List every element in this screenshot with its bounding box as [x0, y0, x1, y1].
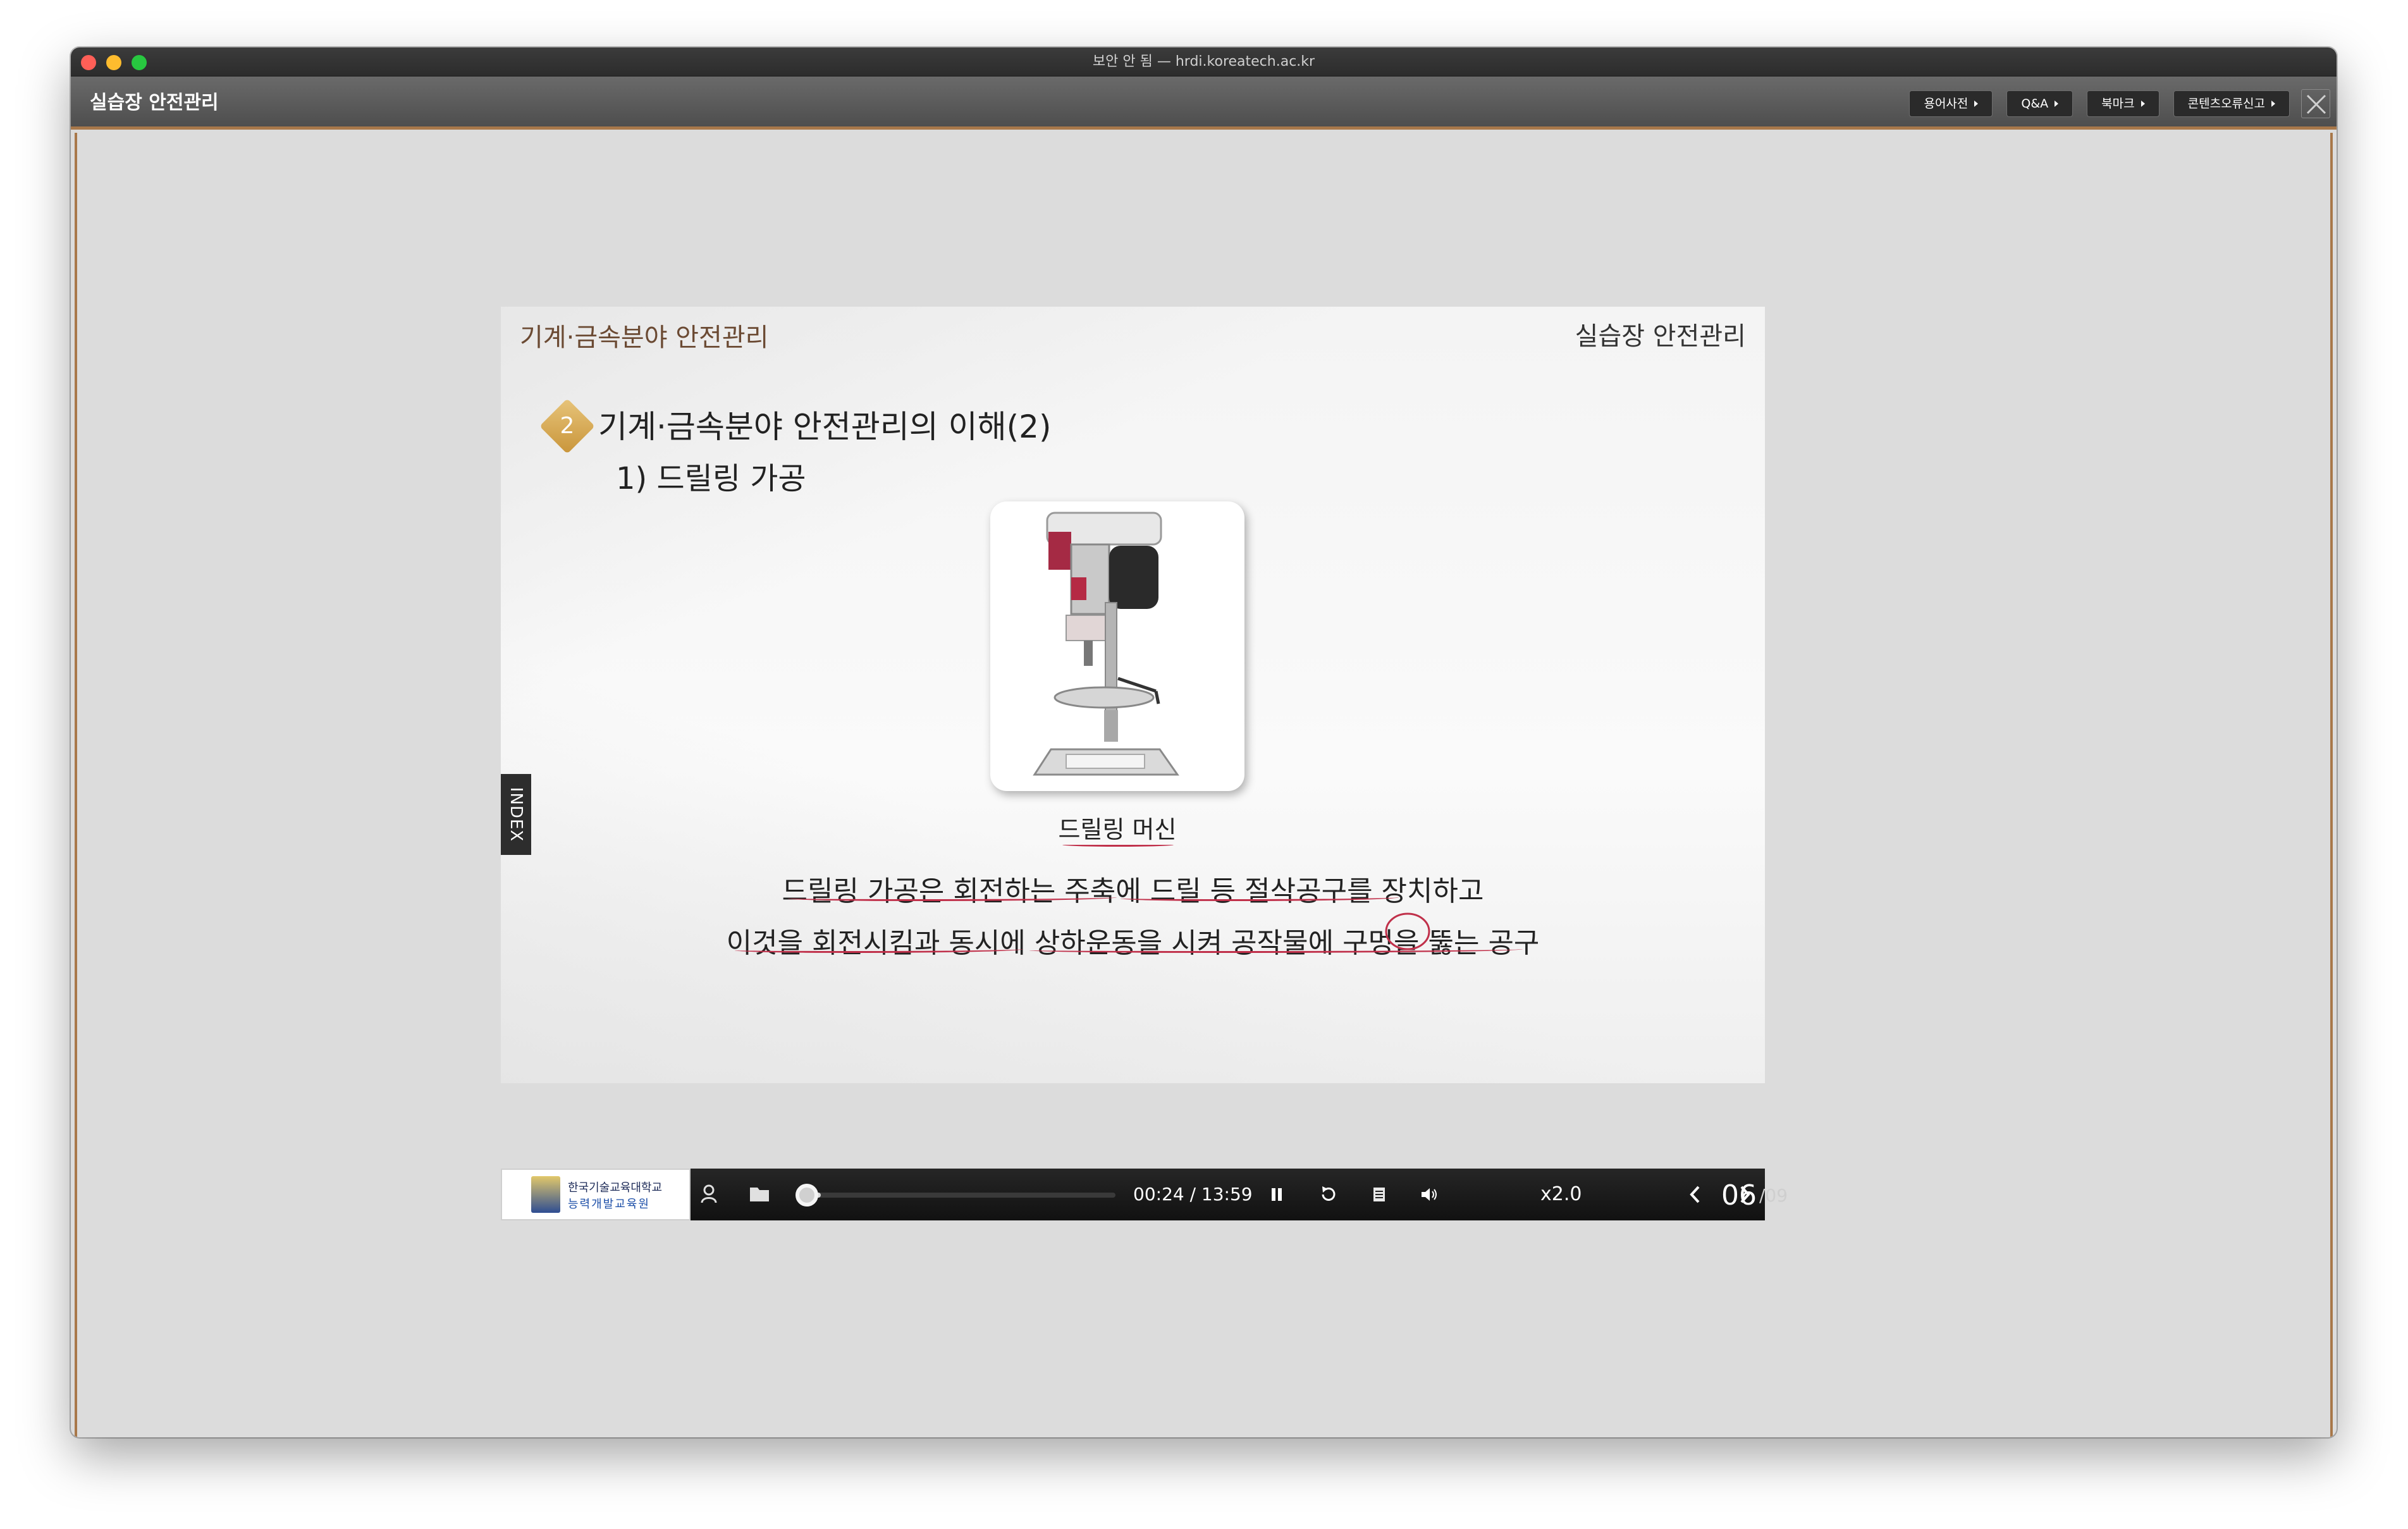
player-control-bar: 한국기술교육대학교 능력개발교육원 00:24 / 13:59 x2.0 06 … — [501, 1169, 1788, 1220]
title-bar: 보안 안 됨 — hrdi.koreatech.ac.kr — [71, 47, 2337, 77]
logo-line-2: 능력개발교육원 — [568, 1198, 650, 1211]
page-total: /09 — [1759, 1185, 1788, 1206]
report-error-button-label: 콘텐츠오류신고 — [2187, 97, 2265, 111]
app-toolbar: 실습장 안전관리 용어사전 Q&A 북마크 콘텐츠오류신고 — [71, 77, 2337, 130]
caret-right-icon — [2271, 101, 2275, 107]
progress-bar[interactable] — [812, 1193, 1115, 1198]
slide-category: 기계·금속분야 안전관리 — [520, 323, 769, 352]
prev-page-button[interactable] — [1681, 1180, 1710, 1209]
institution-logo: 한국기술교육대학교 능력개발교육원 — [501, 1169, 691, 1220]
list-button[interactable] — [1365, 1180, 1394, 1209]
pause-icon — [1272, 1188, 1282, 1201]
bookmark-button-label: 북마크 — [2101, 97, 2135, 111]
body-text-line-2: 이것을 회전시킴과 동시에 상하운동을 시켜 공작물에 구멍을 뚫는 공구 — [726, 927, 1540, 959]
lecture-slide: 기계·금속분야 안전관리 실습장 안전관리 2 기계·금속분야 안전관리의 이해… — [501, 307, 1765, 1083]
qna-button-label: Q&A — [2021, 97, 2049, 111]
caret-right-icon — [1974, 101, 1979, 107]
pause-button[interactable] — [1262, 1180, 1291, 1209]
user-icon — [701, 1184, 717, 1203]
drill-press-icon — [1033, 512, 1179, 776]
caret-right-icon — [2141, 101, 2145, 107]
sub-title: 1) 드릴링 가공 — [616, 461, 806, 496]
section-title: 기계·금속분야 안전관리의 이해(2) — [598, 408, 1052, 445]
toolbar-buttons: 용어사전 Q&A 북마크 콘텐츠오류신고 — [1909, 90, 2290, 117]
chevron-right-icon — [1740, 1186, 1750, 1203]
folder-button[interactable] — [745, 1180, 774, 1209]
bookmark-button[interactable]: 북마크 — [2087, 90, 2159, 117]
address-text: 보안 안 됨 — hrdi.koreatech.ac.kr — [1092, 54, 1315, 70]
chevron-left-icon — [1690, 1186, 1700, 1203]
logo-line-1: 한국기술교육대학교 — [568, 1181, 663, 1194]
progress-knob[interactable] — [796, 1184, 818, 1207]
next-page-button[interactable] — [1730, 1180, 1759, 1209]
list-icon — [1373, 1188, 1385, 1201]
replay-icon — [1322, 1186, 1336, 1201]
app-title: 실습장 안전관리 — [90, 92, 219, 114]
image-caption: 드릴링 머신 — [1058, 816, 1177, 844]
glossary-button[interactable]: 용어사전 — [1909, 90, 1993, 117]
emblem-icon — [531, 1176, 560, 1213]
volume-button[interactable] — [1415, 1180, 1444, 1209]
glossary-button-label: 용어사전 — [1924, 97, 1969, 111]
slide-course-title: 실습장 안전관리 — [1575, 322, 1746, 351]
playback-speed[interactable]: x2.0 — [1540, 1169, 1582, 1220]
close-player-button[interactable] — [2301, 89, 2330, 118]
caption-underline — [1062, 843, 1174, 847]
drill-press-image — [990, 501, 1244, 791]
user-button[interactable] — [694, 1180, 723, 1209]
folder-icon — [750, 1188, 769, 1201]
annotation-circle — [1385, 912, 1430, 950]
report-error-button[interactable]: 콘텐츠오류신고 — [2173, 90, 2290, 117]
body-text-line-1: 드릴링 가공은 회전하는 주축에 드릴 등 절삭공구를 장치하고 — [782, 875, 1484, 907]
playback-time: 00:24 / 13:59 — [1133, 1184, 1253, 1205]
volume-icon — [1422, 1188, 1437, 1201]
section-number: 2 — [560, 413, 575, 439]
index-tab[interactable]: INDEX — [501, 774, 531, 855]
replay-button[interactable] — [1314, 1180, 1343, 1209]
index-tab-label: INDEX — [507, 787, 526, 842]
qna-button[interactable]: Q&A — [2006, 90, 2073, 117]
close-icon — [2306, 94, 2326, 114]
caret-right-icon — [2055, 101, 2059, 107]
